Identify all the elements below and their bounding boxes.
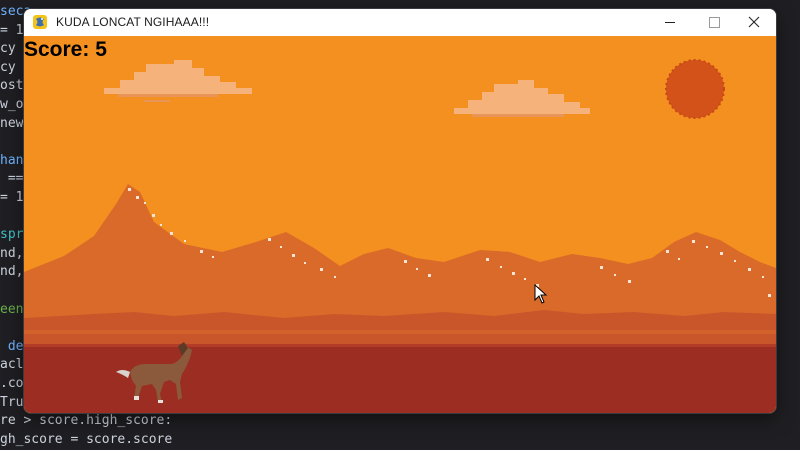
desert-scene	[24, 36, 776, 413]
game-window[interactable]: KUDA LONCAT NGIHAAA!!! Score: 5	[24, 9, 776, 413]
game-canvas[interactable]: Score: 5	[24, 36, 776, 413]
pygame-snake-icon	[33, 15, 47, 29]
code-line: gh_score = score.score	[0, 431, 173, 447]
code-line: nd,	[0, 245, 24, 261]
minimize-button[interactable]	[648, 9, 692, 36]
close-button[interactable]	[732, 9, 776, 36]
maximize-button[interactable]	[692, 9, 736, 36]
window-title: KUDA LONCAT NGIHAAA!!!	[56, 15, 210, 29]
code-line: re > score.high_score:	[0, 413, 173, 429]
title-bar[interactable]: KUDA LONCAT NGIHAAA!!!	[24, 9, 776, 36]
code-line: = 1	[0, 22, 24, 38]
code-line: han	[0, 152, 24, 168]
mouse-cursor-icon	[534, 284, 548, 304]
code-line: ==	[0, 171, 24, 187]
sun	[666, 60, 724, 118]
score-display: Score: 5	[24, 38, 107, 61]
minimize-icon	[665, 22, 675, 23]
code-line: nd,	[0, 264, 24, 280]
maximize-icon	[709, 17, 720, 28]
code-line: = 1	[0, 190, 24, 205]
close-icon	[748, 16, 760, 28]
